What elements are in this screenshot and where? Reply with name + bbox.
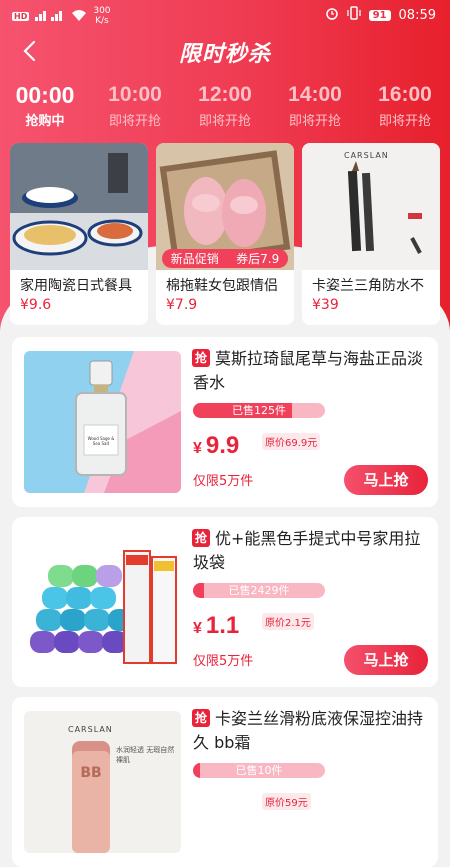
featured-name: 家用陶瓷日式餐具 xyxy=(20,278,132,294)
hd-indicator: HD xyxy=(12,11,30,21)
original-price: 原价2.1元 xyxy=(262,613,314,630)
time-slot-bar: 00:00 抢购中 10:00 即将开抢 12:00 即将开抢 14:00 即将… xyxy=(0,80,450,130)
buy-now-button[interactable]: 马上抢 xyxy=(344,645,428,675)
sold-progress: 已售10件 xyxy=(193,763,325,778)
page-title: 限时秒杀 xyxy=(178,42,271,67)
perfume-label: Wood Sage & Sea Salt xyxy=(87,436,115,446)
product-name: 莫斯拉琦鼠尾草与海盐正品淡香水 xyxy=(193,349,424,392)
product-row-bb-cream[interactable]: CARSLAN 水润轻透 无瑕自然裸肌 BB 抢 卡姿兰丝滑粉底液保湿控油持久 … xyxy=(12,697,438,867)
quantity-limit: 仅限5万件 xyxy=(193,474,254,489)
trash-bags-image xyxy=(24,531,181,673)
featured-card-eyebrow[interactable]: CARSLAN 卡姿兰三角防水不 ¥39 xyxy=(302,143,440,325)
featured-name: 棉拖鞋女包跟情侣 xyxy=(166,278,278,294)
featured-products: 家用陶瓷日式餐具 ¥9.6 新品促销 券后7.9 棉拖鞋女包跟情侣 ¥7.9 C… xyxy=(10,143,440,328)
time-slot-1200[interactable]: 12:00 即将开抢 xyxy=(185,80,265,129)
buy-now-button[interactable]: 马上抢 xyxy=(344,465,428,495)
network-speed: 300 K/s xyxy=(93,6,111,26)
product-name: 优+能黑色手提式中号家用拉圾袋 xyxy=(193,529,421,572)
signal-icon xyxy=(35,9,65,24)
featured-card-tableware[interactable]: 家用陶瓷日式餐具 ¥9.6 xyxy=(10,143,148,325)
original-price: 原价59元 xyxy=(262,793,311,810)
eyebrow-pencil-image: CARSLAN xyxy=(302,143,440,270)
sold-progress: 已售2429件 xyxy=(193,583,325,598)
sold-progress: 已售125件 xyxy=(193,403,325,418)
bb-mark: BB xyxy=(80,765,102,781)
bb-cream-image: CARSLAN 水润轻透 无瑕自然裸肌 BB xyxy=(24,711,181,853)
wifi-icon xyxy=(71,9,87,24)
promo-badge: 新品促销 券后7.9 xyxy=(162,249,288,268)
time-slot-1000[interactable]: 10:00 即将开抢 xyxy=(95,80,175,129)
featured-price: ¥39 xyxy=(312,297,339,313)
perfume-image: Wood Sage & Sea Salt xyxy=(24,351,181,493)
status-bar: HD 300 K/s 91 08:59 xyxy=(0,0,450,28)
featured-name: 卡姿兰三角防水不 xyxy=(312,278,424,294)
time-slot-1400[interactable]: 14:00 即将开抢 xyxy=(275,80,355,129)
product-name: 卡姿兰丝滑粉底液保湿控油持久 bb霜 xyxy=(193,709,424,752)
product-price: ¥9.9 xyxy=(193,432,240,459)
product-row-trash-bags[interactable]: 抢 优+能黑色手提式中号家用拉圾袋 已售2429件 ¥1.1 原价2.1元 仅限… xyxy=(12,517,438,687)
product-price: ¥1.1 xyxy=(193,612,240,639)
tableware-image xyxy=(10,143,148,270)
time-slot-0000[interactable]: 00:00 抢购中 xyxy=(5,80,85,129)
sold-progress-fill xyxy=(193,763,200,778)
product-row-perfume[interactable]: Wood Sage & Sea Salt 抢 莫斯拉琦鼠尾草与海盐正品淡香水 已… xyxy=(12,337,438,507)
clock: 08:59 xyxy=(398,7,436,23)
time-slot-1600[interactable]: 16:00 即将开抢 xyxy=(365,80,445,129)
slippers-image: 新品促销 券后7.9 xyxy=(156,143,294,270)
quantity-limit: 仅限5万件 xyxy=(193,654,254,669)
featured-card-slippers[interactable]: 新品促销 券后7.9 棉拖鞋女包跟情侣 ¥7.9 xyxy=(156,143,294,325)
alarm-icon xyxy=(325,6,339,24)
sold-progress-fill xyxy=(193,583,204,598)
battery-icon: 91 xyxy=(368,9,391,21)
featured-price: ¥9.6 xyxy=(20,297,52,313)
featured-price: ¥7.9 xyxy=(166,297,198,313)
original-price: 原价69.9元 xyxy=(262,433,321,450)
vibrate-icon xyxy=(346,6,361,24)
